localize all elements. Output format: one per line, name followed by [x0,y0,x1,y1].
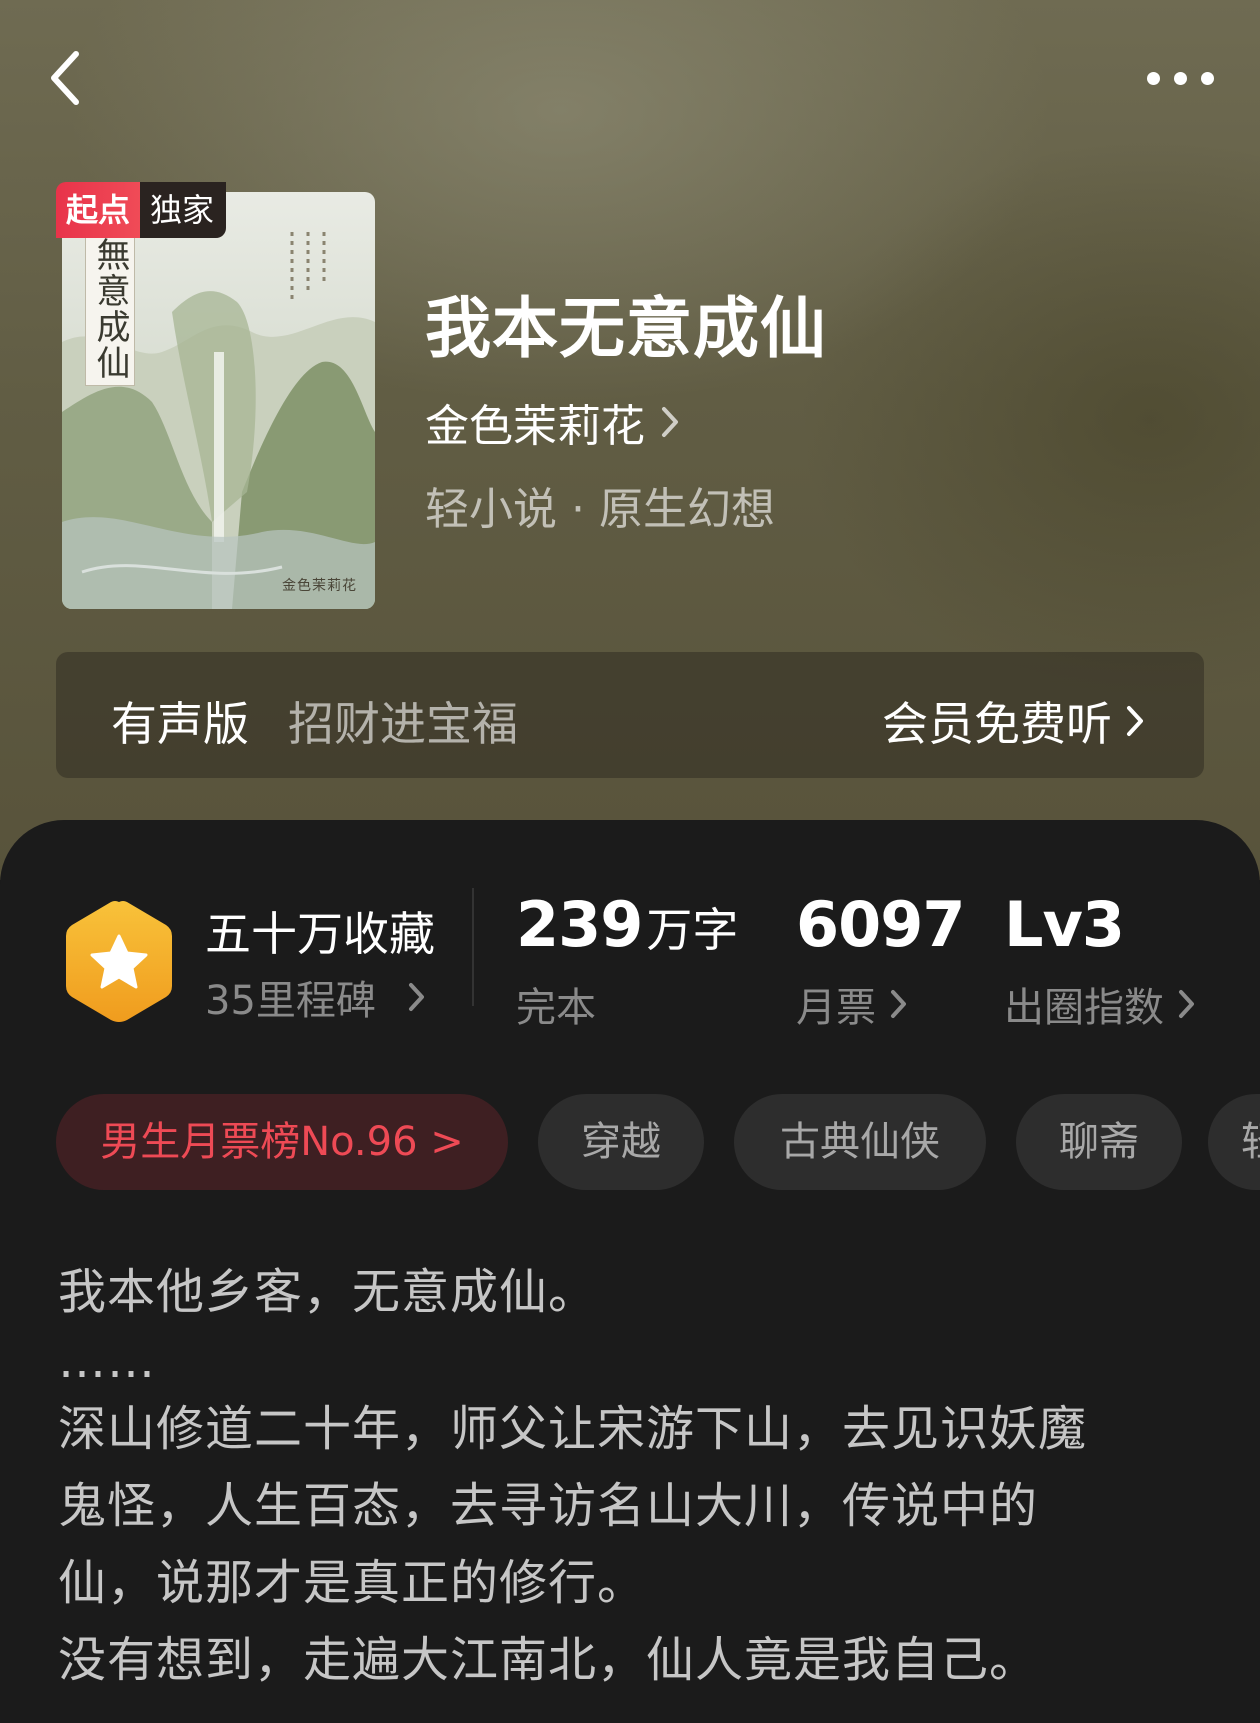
synopsis-line: 没有想到，走遍大江南北，仙人竟是我自己。 [58,1632,1039,1688]
badge-exclusive: 独家 [140,182,227,238]
badge-brand: 起点 [56,182,141,238]
tag-chip[interactable]: 穿越 [538,1094,704,1190]
audio-version-bar[interactable]: 有声版 招财进宝福 会员免费听 [56,652,1204,778]
favorites-star-icon [62,898,176,1024]
author-name: 金色茉莉花 [425,401,645,452]
audio-cta-label: 会员免费听 [882,697,1112,751]
synopsis-line: 我本他乡客，无意成仙。 [58,1264,598,1320]
back-button[interactable] [36,48,96,108]
tag-chip[interactable]: 聊斋 [1016,1094,1182,1190]
chevron-right-icon [662,407,678,437]
word-count-number: 239 [516,888,643,961]
milestones-link[interactable]: 35里程碑 [205,968,426,1026]
chevron-left-icon [51,51,79,105]
chevron-right-icon [1127,706,1143,736]
book-title: 我本无意成仙 [425,289,827,367]
chevron-right-icon [408,983,424,1011]
tag-row: 男生月票榜No.96 > 穿越 古典仙侠 聊斋 轻 [56,1094,1260,1192]
synopsis: 我本他乡客，无意成仙。 …… 深山修道二十年，师父让宋游下山，去见识妖魔 鬼怪，… [58,1254,1208,1699]
completion-status: 完本 [516,985,596,1031]
author-link[interactable]: 金色茉莉花 [425,390,679,454]
tag-chip[interactable]: 轻 [1208,1094,1260,1190]
member-free-listen-link[interactable]: 会员免费听 [882,688,1144,754]
synopsis-line: 仙，说那才是真正的修行。 [58,1555,647,1611]
breakout-index-link[interactable]: 出圈指数 [1004,975,1196,1033]
more-button[interactable] [1135,60,1225,96]
synopsis-line: …… [58,1333,156,1389]
breakout-level: Lv3 [1004,888,1125,961]
audio-label: 有声版 [111,697,249,751]
genre-text: 轻小说 · 原生幻想 [425,484,775,535]
monthly-tickets-count: 6097 [796,888,966,961]
more-dot-icon [1173,71,1187,85]
breakout-index-label: 出圈指数 [1004,985,1164,1031]
exclusive-badge: 起点 独家 [56,182,227,238]
cover-title-plate: 無意成仙 [85,232,135,386]
monthly-tickets-link[interactable]: 月票 [796,975,908,1033]
audio-title: 招财进宝福 [288,697,518,751]
monthly-ticket-rank-tag[interactable]: 男生月票榜No.96 > [56,1094,508,1190]
word-count: 239 万字 [516,888,738,961]
cover-author-text: 金色茉莉花 [282,578,357,594]
tag-chip[interactable]: 古典仙侠 [734,1094,986,1190]
stat-divider [472,888,474,1006]
favorites-count: 五十万收藏 [205,907,435,961]
milestones-label: 35里程碑 [205,978,376,1024]
chevron-right-icon [891,990,906,1018]
synopsis-line: 深山修道二十年，师父让宋游下山，去见识妖魔 [58,1401,1088,1457]
synopsis-line: 鬼怪，人生百态，去寻访名山大川，传说中的 [58,1478,1039,1534]
chevron-right-icon [1179,990,1194,1018]
book-cover[interactable]: 無意成仙 金色茉莉花 [62,192,375,609]
more-dot-icon [1146,71,1160,85]
monthly-tickets-label: 月票 [796,985,876,1031]
more-dot-icon [1200,71,1214,85]
word-count-unit: 万字 [646,903,739,957]
